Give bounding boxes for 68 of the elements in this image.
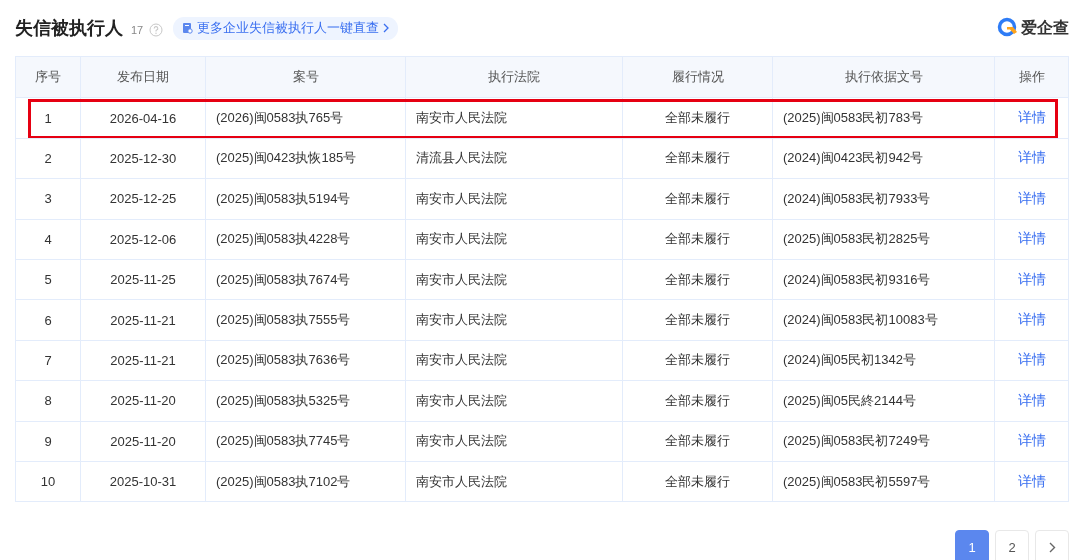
court-name: 南安市人民法院 (405, 179, 622, 219)
page-button[interactable]: 2 (995, 530, 1029, 560)
basis-number: (2025)闽0583民初2825号 (772, 219, 994, 259)
details-link[interactable]: 详情 (1017, 391, 1046, 410)
help-icon[interactable] (149, 22, 164, 37)
case-number: (2025)闽0583执5194号 (205, 179, 405, 219)
basis-number: (2025)闽0583民初5597号 (772, 461, 994, 502)
date-cell: 2026-04-16 (80, 98, 205, 138)
logo-icon (997, 17, 1019, 39)
basis-number: (2024)闽0583民初7933号 (772, 179, 994, 219)
chevron-right-icon (383, 23, 390, 33)
status-cell: 全部未履行 (622, 179, 772, 219)
details-link[interactable]: 详情 (1017, 311, 1046, 330)
case-number: (2025)闽0583执5325号 (205, 381, 405, 421)
court-name: 南安市人民法院 (405, 300, 622, 340)
case-number: (2025)闽0583执7555号 (205, 300, 405, 340)
status-cell: 全部未履行 (622, 300, 772, 340)
row-number: 3 (43, 190, 53, 209)
row-number: 9 (43, 432, 53, 451)
row-number: 8 (43, 392, 53, 411)
row-number: 5 (43, 271, 53, 290)
date-cell: 2025-11-20 (80, 381, 205, 421)
date-cell: 2025-12-06 (80, 219, 205, 259)
case-number: (2025)闽0583执4228号 (205, 219, 405, 259)
details-link[interactable]: 详情 (1017, 472, 1046, 491)
case-number: (2025)闽0583执7102号 (205, 461, 405, 502)
promo-link[interactable]: 更多企业失信被执行人一键直查 (173, 16, 399, 40)
status-cell: 全部未履行 (622, 381, 772, 421)
row-number: 7 (43, 351, 53, 370)
date-cell: 2025-11-21 (80, 300, 205, 340)
basis-number: (2025)闽0583民初7249号 (772, 421, 994, 461)
basis-number: (2025)闽05民終2144号 (772, 381, 994, 421)
status-cell: 全部未履行 (622, 421, 772, 461)
status-cell: 全部未履行 (622, 98, 772, 138)
page-button[interactable]: 1 (955, 530, 989, 560)
row-number: 4 (43, 230, 53, 249)
court-name: 南安市人民法院 (405, 98, 622, 138)
court-name: 南安市人民法院 (405, 461, 622, 502)
chevron-right-icon (1048, 541, 1056, 553)
date-cell: 2025-11-20 (80, 421, 205, 461)
details-link[interactable]: 详情 (1017, 351, 1046, 370)
court-name: 南安市人民法院 (405, 421, 622, 461)
court-name: 南安市人民法院 (405, 219, 622, 259)
logo-text: 爱企查 (1021, 17, 1069, 38)
row-number: 10 (39, 473, 57, 492)
next-page-button[interactable] (1035, 530, 1069, 560)
case-number: (2025)闽0583执7745号 (205, 421, 405, 461)
status-cell: 全部未履行 (622, 219, 772, 259)
details-link[interactable]: 详情 (1017, 149, 1046, 168)
details-link[interactable]: 详情 (1017, 230, 1046, 249)
date-cell: 2025-10-31 (80, 461, 205, 502)
row-number: 1 (43, 109, 53, 128)
court-name: 南安市人民法院 (405, 381, 622, 421)
case-number: (2026)闽0583执765号 (205, 98, 405, 138)
details-link[interactable]: 详情 (1017, 432, 1046, 451)
details-link[interactable]: 详情 (1017, 109, 1046, 128)
basis-number: (2025)闽0583民初783号 (772, 98, 994, 138)
section-title: 失信被执行人 (15, 17, 123, 40)
basis-number: (2024)闽0583民初10083号 (772, 300, 994, 340)
status-cell: 全部未履行 (622, 461, 772, 502)
record-count: 17 (131, 24, 144, 36)
details-link[interactable]: 详情 (1017, 189, 1046, 208)
column-header: 序号 (34, 68, 62, 87)
row-number: 6 (43, 311, 53, 330)
date-cell: 2025-12-25 (80, 179, 205, 219)
document-icon (182, 22, 194, 34)
row-number: 2 (43, 149, 53, 168)
details-link[interactable]: 详情 (1017, 270, 1046, 289)
